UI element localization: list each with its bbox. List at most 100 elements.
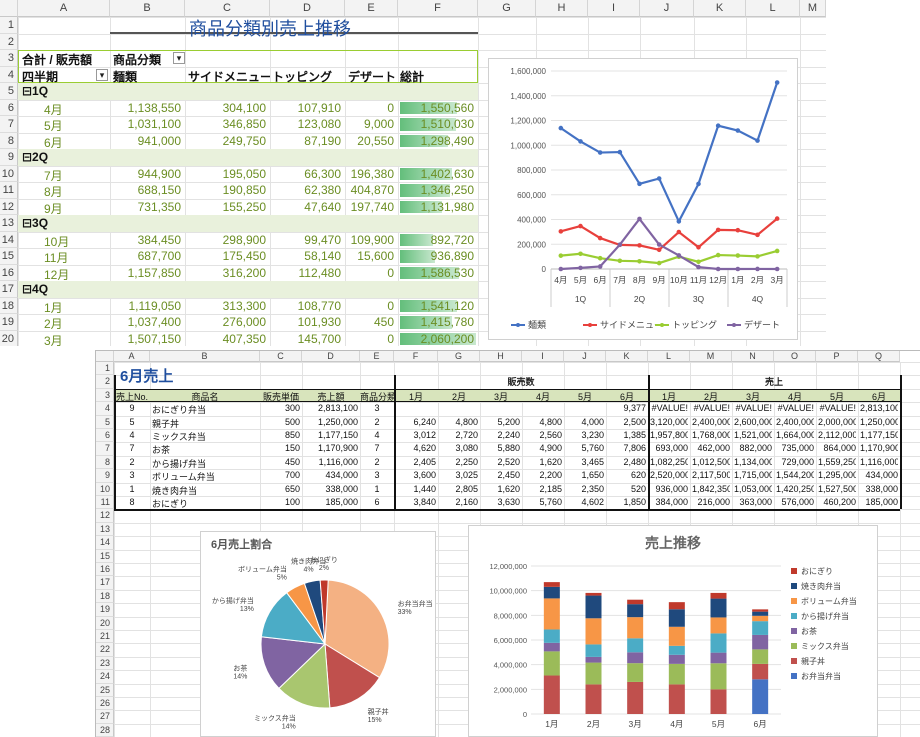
slice-label: から揚げ弁当 bbox=[212, 596, 254, 605]
row-header-9[interactable]: 9 bbox=[0, 149, 18, 166]
column-header-G[interactable]: G bbox=[438, 351, 480, 362]
row-header-1[interactable]: 1 bbox=[96, 362, 114, 376]
row-filter-dropdown-icon[interactable]: ▾ bbox=[96, 68, 108, 81]
row-header-9[interactable]: 9 bbox=[96, 469, 114, 483]
pie-chart[interactable]: 6月売上割合 お弁当弁当 33% 親子丼 15% ミックス弁当 14% お茶 14% から揚げ弁当… bbox=[200, 531, 436, 737]
quarter-label-2[interactable]: ⊟2Q bbox=[22, 150, 102, 164]
row-header-19[interactable]: 19 bbox=[96, 603, 114, 617]
column-header-D[interactable]: D bbox=[302, 351, 360, 362]
row-header-11[interactable]: 11 bbox=[96, 496, 114, 510]
column-header-B[interactable]: B bbox=[150, 351, 260, 362]
row-header-3[interactable]: 3 bbox=[0, 50, 18, 67]
column-header-K[interactable]: K bbox=[606, 351, 648, 362]
row-header-6[interactable]: 6 bbox=[0, 99, 18, 116]
column-header-O[interactable]: O bbox=[774, 351, 816, 362]
row-header-7[interactable]: 7 bbox=[96, 442, 114, 456]
column-header-M[interactable]: M bbox=[690, 351, 732, 362]
bar-segment bbox=[627, 638, 644, 653]
quarter-label-4[interactable]: ⊟4Q bbox=[22, 282, 102, 296]
row-header-20[interactable]: 20 bbox=[0, 330, 18, 346]
column-header-A[interactable]: A bbox=[114, 351, 150, 362]
column-header-K[interactable]: K bbox=[694, 0, 746, 17]
column-header-J[interactable]: J bbox=[640, 0, 694, 17]
column-header-F[interactable]: F bbox=[394, 351, 438, 362]
row-header-2[interactable]: 2 bbox=[0, 33, 18, 50]
row-header-10[interactable]: 10 bbox=[96, 482, 114, 496]
column-header-H[interactable]: H bbox=[536, 0, 588, 17]
column-header-E[interactable]: E bbox=[360, 351, 394, 362]
row-header-16[interactable]: 16 bbox=[96, 563, 114, 577]
row-header-10[interactable]: 10 bbox=[0, 165, 18, 182]
stacked-bar-chart[interactable]: 売上推移 0 2,000,000 4,000,000 6,000,000 8,000,00… bbox=[468, 525, 878, 737]
column-header-D[interactable]: D bbox=[270, 0, 345, 17]
row-header-6[interactable]: 6 bbox=[96, 429, 114, 443]
row-header-5[interactable]: 5 bbox=[0, 83, 18, 100]
row-header-20[interactable]: 20 bbox=[96, 616, 114, 630]
column-header-I[interactable]: I bbox=[588, 0, 640, 17]
row-header-4[interactable]: 4 bbox=[0, 66, 18, 83]
column-header-G[interactable]: G bbox=[478, 0, 536, 17]
bar-segment bbox=[710, 617, 727, 634]
x-group-label: 2Q bbox=[634, 294, 646, 304]
row-header-15[interactable]: 15 bbox=[96, 549, 114, 563]
column-header-L[interactable]: L bbox=[648, 351, 690, 362]
column-header-B[interactable]: B bbox=[110, 0, 185, 17]
column-header-Q[interactable]: Q bbox=[858, 351, 900, 362]
table-cell: おにぎり bbox=[152, 499, 189, 509]
line-chart[interactable]: 0 200,000 400,000 600,000 800,000 1,000,000 1,… bbox=[488, 58, 798, 340]
row-header-14[interactable]: 14 bbox=[96, 536, 114, 550]
column-header-L[interactable]: L bbox=[746, 0, 800, 17]
row-header-17[interactable]: 17 bbox=[0, 281, 18, 298]
column-header-F[interactable]: F bbox=[398, 0, 478, 17]
row-header-8[interactable]: 8 bbox=[96, 455, 114, 470]
row-header-2[interactable]: 2 bbox=[96, 375, 114, 389]
row-header-8[interactable]: 8 bbox=[0, 132, 18, 149]
row-header-22[interactable]: 22 bbox=[96, 643, 114, 657]
filter-dropdown-icon[interactable]: ▾ bbox=[173, 52, 185, 64]
row-header-1[interactable]: 1 bbox=[0, 17, 18, 34]
row-header-5[interactable]: 5 bbox=[96, 415, 114, 429]
column-header-N[interactable]: N bbox=[732, 351, 774, 362]
column-header-H[interactable]: H bbox=[480, 351, 522, 362]
row-header-7[interactable]: 7 bbox=[0, 116, 18, 133]
row-header-24[interactable]: 24 bbox=[96, 670, 114, 684]
value-total: 1,131,980 bbox=[420, 199, 474, 214]
row-header-25[interactable]: 25 bbox=[96, 683, 114, 697]
row-header-21[interactable]: 21 bbox=[96, 630, 114, 644]
row-header-13[interactable]: 13 bbox=[0, 215, 18, 232]
value-noodles: 1,138,550 bbox=[127, 100, 181, 115]
column-header-A[interactable]: A bbox=[18, 0, 110, 17]
select-all-corner[interactable] bbox=[0, 0, 18, 17]
column-header-E[interactable]: E bbox=[345, 0, 398, 17]
column-header-M[interactable]: M bbox=[800, 0, 826, 17]
column-header-P[interactable]: P bbox=[816, 351, 858, 362]
bar-segment bbox=[668, 602, 685, 610]
row-header-13[interactable]: 13 bbox=[96, 522, 114, 537]
value-total: 936,890 bbox=[430, 249, 474, 263]
row-header-11[interactable]: 11 bbox=[0, 182, 18, 199]
row-header-23[interactable]: 23 bbox=[96, 656, 114, 671]
row-header-28[interactable]: 28 bbox=[96, 723, 114, 737]
column-header-I[interactable]: I bbox=[522, 351, 564, 362]
column-header-C[interactable]: C bbox=[260, 351, 302, 362]
column-header-J[interactable]: J bbox=[564, 351, 606, 362]
row-header-15[interactable]: 15 bbox=[0, 248, 18, 265]
row-header-4[interactable]: 4 bbox=[96, 402, 114, 416]
row-header-12[interactable]: 12 bbox=[0, 198, 18, 215]
value-noodles: 687,700 bbox=[137, 249, 181, 263]
row-header-3[interactable]: 3 bbox=[96, 388, 114, 403]
select-all-corner-2[interactable] bbox=[96, 351, 114, 362]
row-header-18[interactable]: 18 bbox=[96, 589, 114, 604]
row-header-27[interactable]: 27 bbox=[96, 710, 114, 724]
row-header-17[interactable]: 17 bbox=[96, 576, 114, 590]
row-header-18[interactable]: 18 bbox=[0, 297, 18, 314]
quarter-label-3[interactable]: ⊟3Q bbox=[22, 216, 102, 230]
row-header-26[interactable]: 26 bbox=[96, 697, 114, 711]
row-header-19[interactable]: 19 bbox=[0, 314, 18, 331]
row-header-14[interactable]: 14 bbox=[0, 231, 18, 248]
table-cell: 1,715,000 bbox=[734, 470, 772, 481]
column-header-C[interactable]: C bbox=[185, 0, 270, 17]
row-header-16[interactable]: 16 bbox=[0, 264, 18, 281]
row-header-12[interactable]: 12 bbox=[96, 509, 114, 523]
quarter-label-1[interactable]: ⊟1Q bbox=[22, 84, 102, 98]
